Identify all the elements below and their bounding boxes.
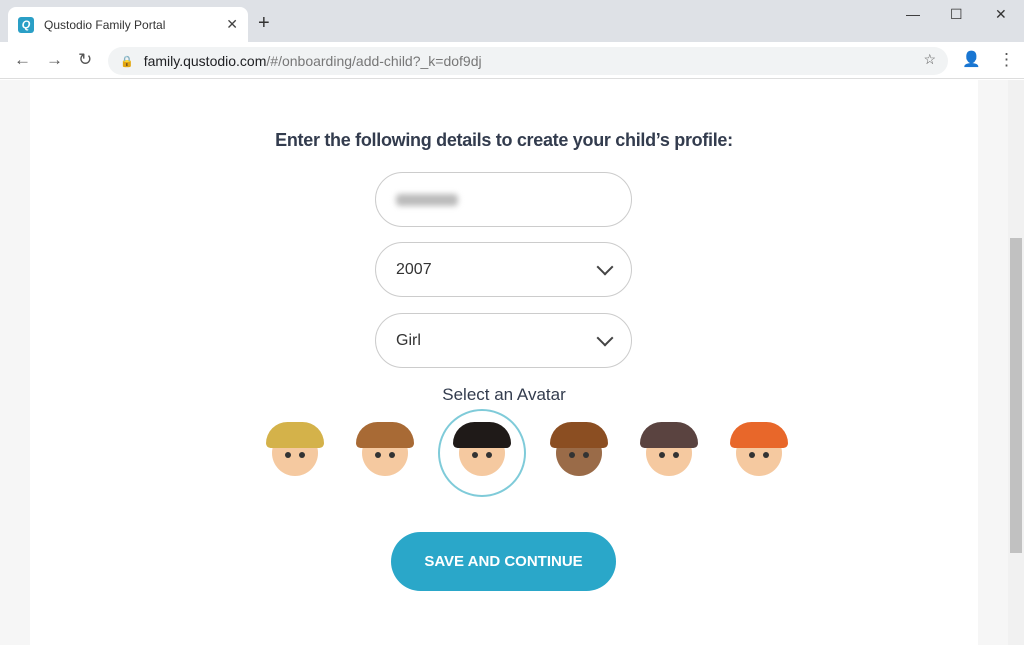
avatar-eye [763,452,769,458]
avatar-eye [569,452,575,458]
avatar-option-1[interactable] [258,416,332,490]
blurred-name [396,193,458,206]
avatar-face [453,422,511,476]
lock-icon: 🔒 [120,55,134,68]
avatar-eye [375,452,381,458]
avatar-eye [486,452,492,458]
maximize-icon[interactable]: ☐ [950,6,963,23]
url-path: /#/onboarding/add-child?_k=dof9dj [266,53,482,69]
chevron-down-icon [596,329,614,346]
avatar-hair [730,422,788,448]
bookmark-star-icon[interactable]: ☆ [923,51,936,68]
avatar-hair [550,422,608,448]
avatar-option-4[interactable] [542,416,616,490]
close-tab-icon[interactable]: ✕ [226,16,238,33]
browser-tab[interactable]: Q Qustodio Family Portal ✕ [8,7,248,42]
avatar-eye [673,452,679,458]
profile-icon[interactable]: 👤 [962,50,981,68]
avatar-eye [389,452,395,458]
window-close-icon[interactable]: ✕ [995,6,1007,23]
avatar-face [640,422,698,476]
menu-icon[interactable]: ⋮ [998,50,1015,70]
tab-strip: Q Qustodio Family Portal ✕ + — ☐ ✕ [0,0,1024,42]
onboarding-card: Enter the following details to create yo… [30,80,978,645]
name-input[interactable] [375,172,632,227]
avatar-option-6[interactable] [722,416,796,490]
scrollbar[interactable] [1008,80,1024,645]
avatar-option-2[interactable] [348,416,422,490]
avatar-hair [453,422,511,448]
birth-year-select[interactable]: 2007 [375,242,632,297]
page-title: Enter the following details to create yo… [275,130,733,150]
avatar-eye [659,452,665,458]
avatar-label: Select an Avatar [442,385,566,404]
avatar-option-3[interactable] [438,409,526,497]
avatar-face [550,422,608,476]
avatar-eye [285,452,291,458]
url-host: family.qustodio.com [143,53,267,69]
avatar-option-5[interactable] [632,416,706,490]
address-bar[interactable]: 🔒 family.qustodio.com/#/onboarding/add-c… [108,47,948,75]
avatar-hair [266,422,324,448]
avatar-eye [472,452,478,458]
avatar-face [730,422,788,476]
avatar-list [258,409,796,497]
avatar-eye [299,452,305,458]
save-and-continue-button[interactable]: SAVE AND CONTINUE [391,532,616,591]
reload-icon[interactable]: ↻ [78,50,92,70]
forward-icon[interactable]: → [46,50,63,70]
birth-year-value: 2007 [396,260,432,278]
qustodio-favicon-icon: Q [18,16,34,33]
back-icon[interactable]: ← [14,50,31,70]
page-content: Enter the following details to create yo… [0,80,1008,645]
avatar-eye [583,452,589,458]
tab-title: Qustodio Family Portal [44,17,166,32]
minimize-icon[interactable]: — [906,6,920,22]
new-tab-icon[interactable]: + [258,12,270,35]
avatar-face [266,422,324,476]
avatar-hair [640,422,698,448]
browser-toolbar: ← → ↻ 🔒 family.qustodio.com/#/onboarding… [0,42,1024,79]
chevron-down-icon [596,258,614,275]
scrollbar-thumb[interactable] [1010,238,1022,553]
avatar-eye [749,452,755,458]
avatar-hair [356,422,414,448]
avatar-face [356,422,414,476]
gender-value: Girl [396,331,421,349]
gender-select[interactable]: Girl [375,313,632,368]
